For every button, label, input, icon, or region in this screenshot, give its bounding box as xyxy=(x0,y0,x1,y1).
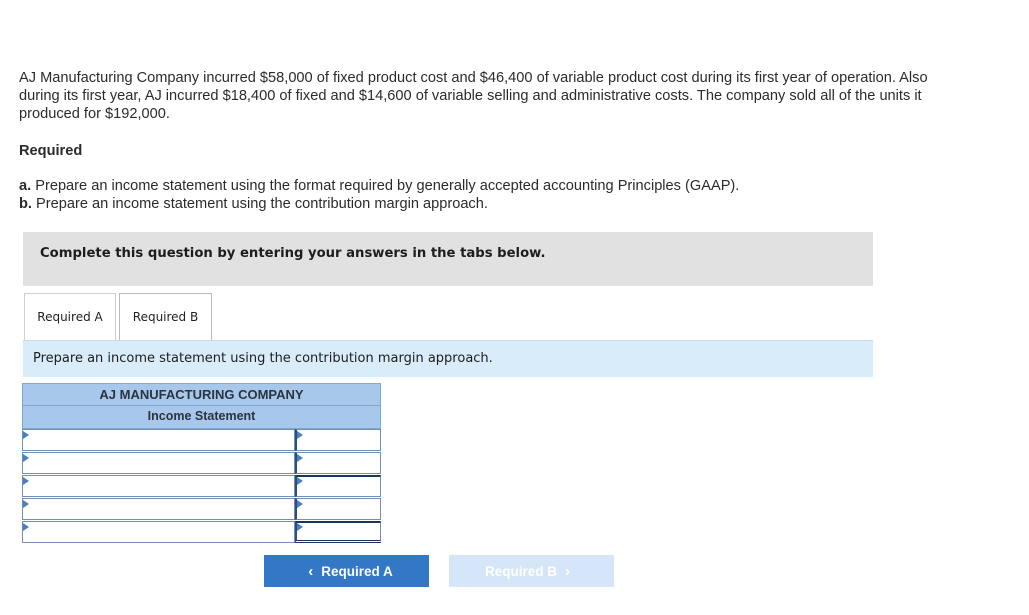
instructions-banner-text: Complete this question by entering your … xyxy=(40,246,546,261)
statement-label-input[interactable] xyxy=(22,452,295,474)
required-item-a-text: Prepare an income statement using the fo… xyxy=(35,178,740,194)
required-item-a-marker: a. xyxy=(19,178,32,194)
statement-value-input[interactable] xyxy=(295,429,381,451)
required-item-a: a. Prepare an income statement using the… xyxy=(19,177,739,195)
dropdown-marker-icon xyxy=(23,523,29,531)
tab-required-a-label: Required A xyxy=(37,310,103,324)
chevron-left-icon: ‹ xyxy=(308,562,314,580)
next-button-label: Required B xyxy=(484,563,557,579)
dropdown-marker-icon xyxy=(23,454,29,462)
required-list: a. Prepare an income statement using the… xyxy=(19,177,739,213)
statement-label-input[interactable] xyxy=(22,521,295,543)
tab-required-a[interactable]: Required A xyxy=(24,293,116,340)
statement-title: Income Statement xyxy=(22,406,381,429)
required-heading: Required xyxy=(19,143,83,159)
required-item-b-text: Prepare an income statement using the co… xyxy=(36,196,488,212)
tab-instruction-text: Prepare an income statement using the co… xyxy=(33,351,493,366)
statement-value-input[interactable] xyxy=(295,452,381,474)
tab-instruction: Prepare an income statement using the co… xyxy=(23,341,873,377)
statement-row xyxy=(22,498,381,521)
statement-value-input[interactable] xyxy=(295,521,381,543)
dropdown-marker-icon xyxy=(23,477,29,485)
statement-row xyxy=(22,452,381,475)
problem-text: AJ Manufacturing Company incurred $58,00… xyxy=(19,70,928,122)
chevron-right-icon: › xyxy=(565,562,570,580)
statement-row xyxy=(22,429,381,452)
income-statement-table: AJ MANUFACTURING COMPANY Income Statemen… xyxy=(22,383,381,544)
input-marker-icon xyxy=(297,431,303,439)
instructions-banner: Complete this question by entering your … xyxy=(23,232,873,286)
next-required-b-button[interactable]: Required B › xyxy=(449,555,614,587)
input-marker-icon xyxy=(297,500,303,508)
statement-value-input[interactable] xyxy=(295,498,381,520)
statement-value-input[interactable] xyxy=(295,475,381,497)
previous-required-a-button[interactable]: ‹ Required A xyxy=(264,555,429,587)
input-marker-icon xyxy=(297,523,303,531)
statement-label-input[interactable] xyxy=(22,475,295,497)
input-marker-icon xyxy=(297,477,303,485)
dropdown-marker-icon xyxy=(23,431,29,439)
statement-company-name: AJ MANUFACTURING COMPANY xyxy=(22,383,381,406)
required-item-b: b. Prepare an income statement using the… xyxy=(19,195,739,213)
previous-button-label: Required A xyxy=(321,563,393,579)
statement-row xyxy=(22,475,381,498)
statement-label-input[interactable] xyxy=(22,429,295,451)
input-marker-icon xyxy=(297,454,303,462)
statement-row xyxy=(22,521,381,544)
tab-required-b[interactable]: Required B xyxy=(119,293,212,340)
dropdown-marker-icon xyxy=(23,500,29,508)
required-item-b-marker: b. xyxy=(19,196,32,212)
tab-required-b-label: Required B xyxy=(132,310,199,324)
statement-label-input[interactable] xyxy=(22,498,295,520)
